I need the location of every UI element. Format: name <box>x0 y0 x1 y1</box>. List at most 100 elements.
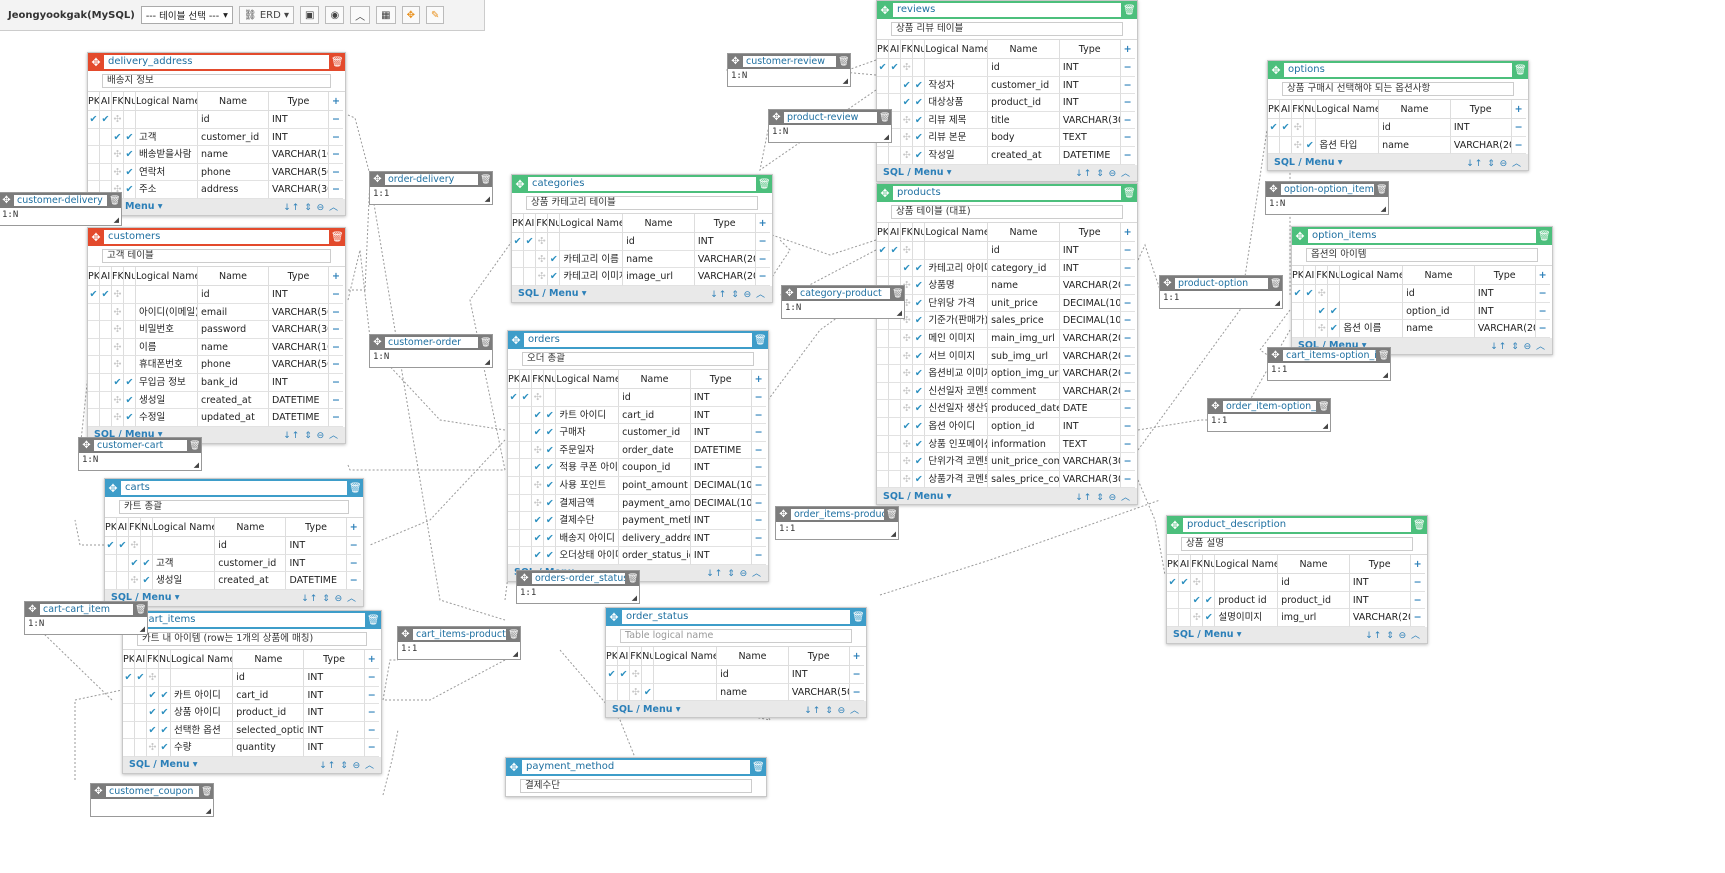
column-type[interactable]: INT <box>304 704 365 722</box>
remove-column-icon[interactable]: − <box>329 286 343 304</box>
fk-checkbox[interactable]: ✣ <box>536 268 549 286</box>
relation-header[interactable]: ✥ cart_items-product 🗑 <box>398 627 520 642</box>
remove-column-icon[interactable]: − <box>1120 260 1135 278</box>
table-header[interactable]: ✥ order_status 🗑 <box>606 608 866 626</box>
table-logical-name[interactable]: 오더 총괄 <box>522 352 754 366</box>
pk-checkbox[interactable] <box>105 572 117 590</box>
null-checkbox[interactable]: ✔ <box>544 441 557 460</box>
table-header[interactable]: ✥ products 🗑 <box>877 184 1137 202</box>
pk-checkbox[interactable] <box>105 554 117 573</box>
column-type[interactable]: INT <box>286 554 347 573</box>
column-type[interactable]: DECIMAL(10, 2 <box>690 494 752 513</box>
null-checkbox[interactable] <box>124 321 136 339</box>
ai-checkbox[interactable] <box>889 146 902 165</box>
add-column-icon[interactable]: + <box>751 370 766 389</box>
null-checkbox[interactable]: ✔ <box>141 554 153 573</box>
remove-column-icon[interactable]: − <box>755 251 770 269</box>
column-type[interactable]: VARCHAR(50) <box>269 163 329 182</box>
fk-checkbox[interactable]: ✣ <box>901 400 914 418</box>
ai-checkbox[interactable] <box>520 424 533 442</box>
column-name[interactable]: created_at <box>215 572 287 590</box>
column-type[interactable]: VARCHAR(200 <box>1059 382 1121 401</box>
move-handle-icon[interactable]: ✥ <box>1210 401 1221 412</box>
fk-checkbox[interactable]: ✔ <box>901 94 914 112</box>
fk-checkbox[interactable]: ✣ <box>112 409 124 427</box>
column-name[interactable]: cart_id <box>619 406 691 425</box>
column-name[interactable]: order_date <box>619 441 691 460</box>
table-controls-icons[interactable]: ↓↑ ⇕ ⊖ ︿ <box>1075 166 1131 179</box>
ai-checkbox[interactable] <box>520 459 533 477</box>
move-handle-icon[interactable]: ✥ <box>93 786 104 797</box>
pk-checkbox[interactable] <box>512 268 525 286</box>
column-type[interactable]: VARCHAR(300 <box>1059 111 1121 130</box>
pk-checkbox[interactable] <box>512 250 525 269</box>
null-checkbox[interactable] <box>124 338 136 357</box>
column-name[interactable]: cart_id <box>233 686 305 705</box>
fk-checkbox[interactable]: ✣ <box>901 347 914 366</box>
move-handle-icon[interactable]: ✥ <box>510 334 522 347</box>
null-checkbox[interactable]: ✔ <box>913 347 926 366</box>
column-type[interactable]: TEXT <box>1059 435 1121 454</box>
ai-checkbox[interactable] <box>889 400 902 418</box>
null-checkbox[interactable] <box>913 242 926 260</box>
pk-checkbox[interactable] <box>88 373 100 392</box>
null-checkbox[interactable]: ✔ <box>1304 136 1317 155</box>
remove-column-icon[interactable]: − <box>364 739 379 757</box>
null-checkbox[interactable]: ✔ <box>159 704 171 722</box>
ai-checkbox[interactable] <box>520 529 533 548</box>
pk-checkbox[interactable]: ✔ <box>88 286 100 304</box>
fk-checkbox[interactable]: ✣ <box>532 494 545 513</box>
table-controls-icons[interactable]: ↓↑ ⇕ ⊖ ︿ <box>283 200 339 213</box>
table-logical-name[interactable]: 상품 리뷰 테이블 <box>891 22 1123 36</box>
column-logical-name[interactable] <box>556 389 620 407</box>
remove-column-icon[interactable]: − <box>364 687 379 705</box>
column-name[interactable]: id <box>198 111 269 129</box>
remove-column-icon[interactable]: − <box>1120 453 1135 471</box>
fk-checkbox[interactable]: ✣ <box>536 250 549 269</box>
ai-checkbox[interactable] <box>135 704 147 722</box>
pk-checkbox[interactable] <box>88 321 100 339</box>
column-logical-name[interactable]: 작성자 <box>925 76 989 95</box>
null-checkbox[interactable]: ✔ <box>124 181 136 199</box>
column-name[interactable]: name <box>717 683 789 702</box>
column-logical-name[interactable] <box>171 669 234 687</box>
column-logical-name[interactable]: 사용 포인트 <box>556 476 620 495</box>
column-type[interactable]: INT <box>1474 285 1536 303</box>
column-logical-name[interactable]: 카테고리 이름 <box>560 250 624 269</box>
column-type[interactable]: DECIMAL(10, 2 <box>1059 312 1121 330</box>
resize-grip-icon[interactable]: ◢ <box>485 358 490 366</box>
ai-checkbox[interactable] <box>117 572 129 590</box>
column-logical-name[interactable] <box>1215 574 1279 592</box>
ai-checkbox[interactable]: ✔ <box>618 666 631 684</box>
move-handle-icon[interactable]: ✥ <box>27 604 38 615</box>
resize-grip-icon[interactable]: ◢ <box>884 133 889 141</box>
remove-column-icon[interactable]: − <box>329 146 343 164</box>
column-name[interactable]: option_img_url <box>988 365 1060 383</box>
remove-column-icon[interactable]: − <box>1120 242 1135 260</box>
remove-column-icon[interactable]: − <box>364 722 379 740</box>
column-name[interactable]: title <box>988 111 1060 130</box>
fk-checkbox[interactable]: ✣ <box>901 129 914 147</box>
null-checkbox[interactable]: ✔ <box>913 382 926 401</box>
resize-grip-icon[interactable]: ◢ <box>632 594 637 602</box>
column-name[interactable]: product_id <box>1278 591 1350 610</box>
column-type[interactable]: DATETIME <box>286 572 347 590</box>
fk-checkbox[interactable]: ✔ <box>532 424 545 442</box>
pk-checkbox[interactable] <box>508 441 521 460</box>
fk-checkbox[interactable]: ✔ <box>147 686 159 705</box>
column-name[interactable]: updated_at <box>198 409 269 427</box>
column-name[interactable]: main_img_url <box>988 329 1060 348</box>
remove-column-icon[interactable]: − <box>329 181 343 199</box>
table-delivery-address[interactable]: ✥delivery_address🗑배송지 정보PKAIFKNullLogica… <box>87 52 346 216</box>
column-type[interactable]: INT <box>304 669 365 687</box>
table-carts[interactable]: ✥carts🗑카트 총괄PKAIFKNullLogical NameNameTy… <box>104 478 364 607</box>
pk-checkbox[interactable]: ✔ <box>877 242 890 260</box>
move-handle-icon[interactable]: ✥ <box>514 178 526 191</box>
column-name[interactable]: id <box>1278 574 1350 592</box>
column-logical-name[interactable]: 상품 인포메이션 <box>925 435 989 454</box>
fk-checkbox[interactable]: ✔ <box>1191 591 1204 610</box>
trash-icon[interactable]: 🗑 <box>135 605 146 615</box>
relation-customer-cart[interactable]: ✥ customer-cart 🗑 1:N ◢ <box>78 437 202 471</box>
remove-column-icon[interactable]: − <box>1120 147 1135 165</box>
table-name[interactable]: cart_items <box>139 613 365 627</box>
